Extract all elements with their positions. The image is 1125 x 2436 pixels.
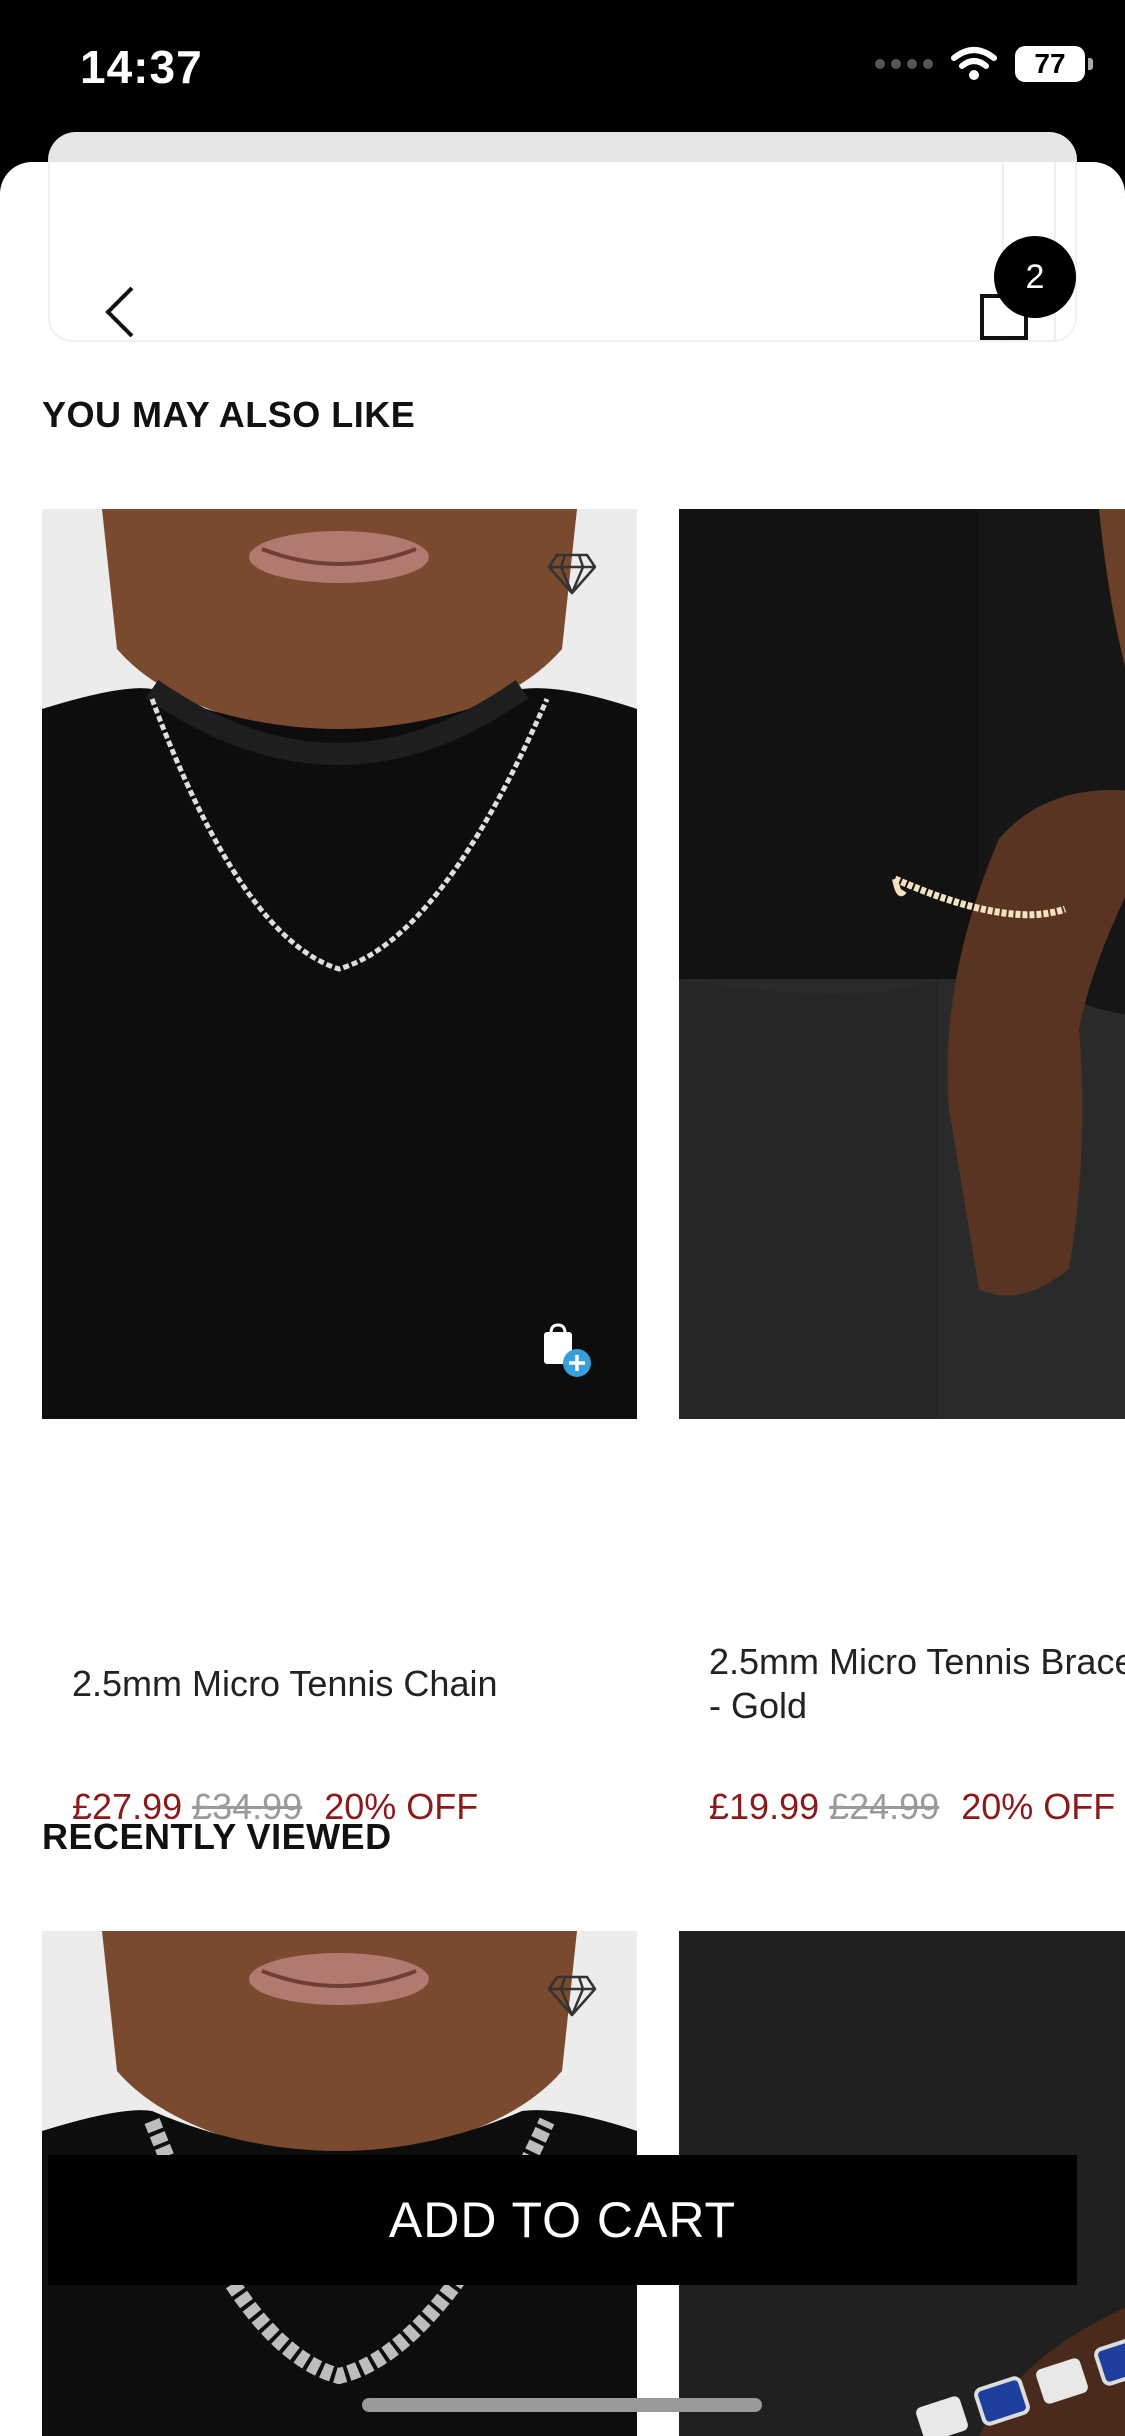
diamond-icon[interactable]: [547, 1973, 597, 2017]
original-price: £24.99: [829, 1786, 940, 1827]
product-image[interactable]: [679, 509, 1125, 1419]
product-photo-bracelet: [679, 509, 1125, 1419]
cellular-signal-icon: [875, 59, 933, 69]
cart-count-badge[interactable]: 2: [994, 236, 1076, 318]
section-title-recently-viewed: RECENTLY VIEWED: [42, 1816, 392, 1857]
diamond-icon[interactable]: [547, 551, 597, 595]
price-row: £19.99 £24.99 20% OFF: [709, 1786, 1115, 1828]
status-bar: 14:37 77: [0, 0, 1125, 140]
product-name[interactable]: 2.5mm Micro Tennis Chain: [72, 1662, 498, 1706]
header-bar: [48, 162, 1077, 342]
product-sheet: 2 YOU MAY ALSO LIKE 2.5mm Micro Tennis C…: [0, 162, 1125, 2436]
product-name-line: 2.5mm Micro Tennis Bracelet: [709, 1641, 1125, 1682]
product-card[interactable]: [679, 509, 1125, 1419]
back-chevron-icon: [105, 286, 134, 338]
product-name-line: - Gold: [709, 1685, 808, 1726]
back-button[interactable]: [80, 272, 160, 352]
wifi-icon: [951, 47, 997, 80]
discount-label: 20% OFF: [961, 1786, 1116, 1827]
section-title-you-may-also-like: YOU MAY ALSO LIKE: [42, 394, 416, 435]
status-time: 14:37: [80, 41, 203, 93]
sale-price: £19.99: [709, 1786, 820, 1827]
status-indicators: 77: [875, 46, 1093, 82]
battery-icon: 77: [1015, 46, 1093, 82]
home-indicator[interactable]: [362, 2398, 762, 2412]
add-to-cart-button[interactable]: ADD TO CART: [48, 2155, 1077, 2285]
product-card[interactable]: [42, 509, 637, 1789]
product-image[interactable]: [42, 509, 637, 1419]
product-name[interactable]: 2.5mm Micro Tennis Bracelet - Gold: [709, 1640, 1125, 1728]
add-to-bag-icon[interactable]: [541, 1323, 597, 1379]
product-photo-chain: [42, 509, 637, 1419]
